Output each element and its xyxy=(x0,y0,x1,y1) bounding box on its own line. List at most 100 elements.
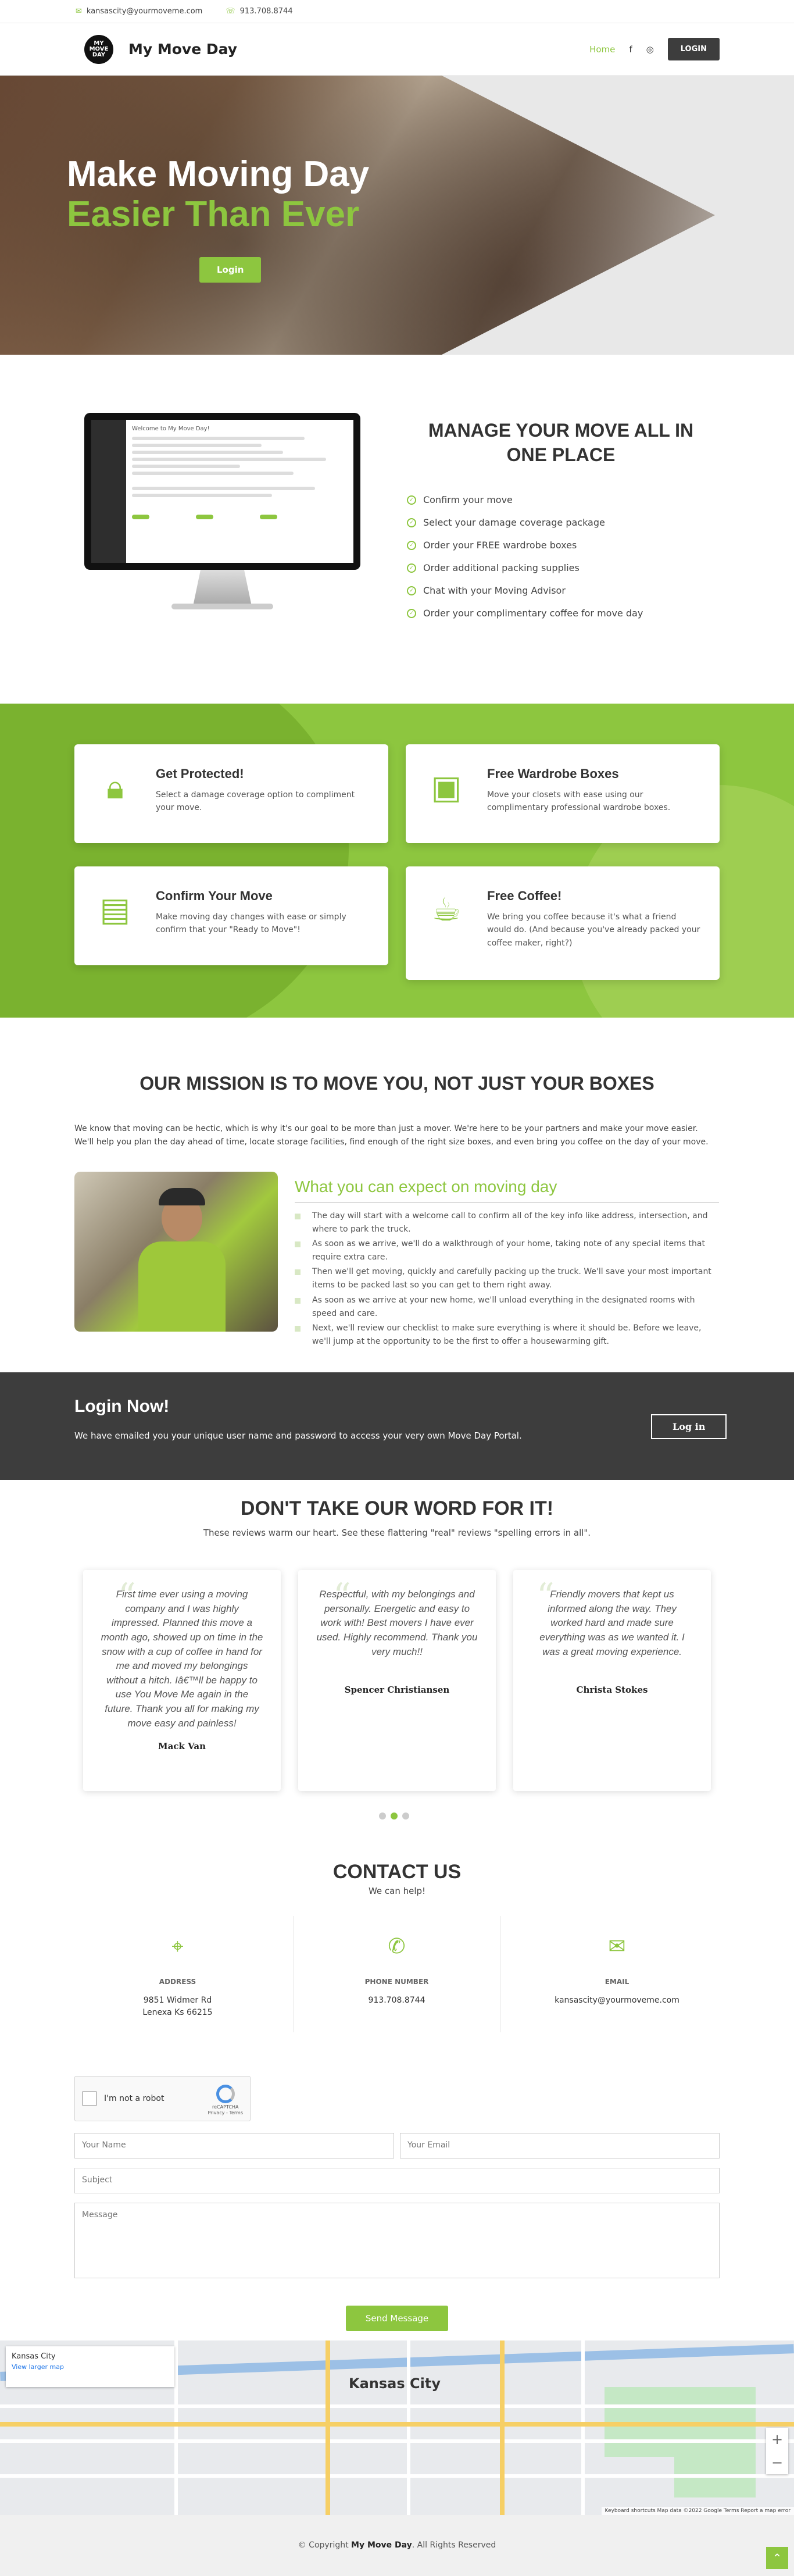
reviews-section: DON'T TAKE OUR WORD FOR IT! These review… xyxy=(0,1480,794,1852)
nav-login-button[interactable]: LOGIN xyxy=(667,38,720,60)
map-attribution: Keyboard shortcuts Map data ©2022 Google… xyxy=(601,2507,794,2515)
map-place-card: Kansas City View larger map xyxy=(6,2346,174,2387)
login-button[interactable]: Log in xyxy=(651,1414,727,1439)
envelope-icon: ✉ xyxy=(76,7,82,16)
carousel-dot[interactable] xyxy=(402,1813,409,1819)
map-city-label: Kansas City xyxy=(349,2375,441,2392)
screen-content: Welcome to My Move Day! xyxy=(126,420,353,563)
expect-title: What you can expect on moving day xyxy=(295,1178,719,1203)
features-section: 🔒︎ Get Protected! Select a damage covera… xyxy=(0,704,794,1018)
check-icon: ✓ xyxy=(407,540,416,550)
review-author: Christa Stokes xyxy=(576,1685,648,1696)
feature-title: Confirm Your Move xyxy=(156,889,273,903)
phone-icon: ✆ xyxy=(388,1935,406,1958)
hero-login-button[interactable]: Login xyxy=(199,257,262,283)
list-item: The day will start with a welcome call t… xyxy=(295,1209,719,1236)
login-title: Login Now! xyxy=(74,1397,170,1416)
map-zoom-controls[interactable]: + − xyxy=(766,2428,788,2474)
hero-title: Make Moving Day Easier Than Ever xyxy=(67,154,370,235)
list-item: As soon as we arrive at your new home, w… xyxy=(295,1294,719,1321)
check-icon: ✓ xyxy=(407,586,416,595)
check-icon: ✓ xyxy=(407,608,416,618)
reviews-title: DON'T TAKE OUR WORD FOR IT! xyxy=(240,1497,554,1519)
top-email[interactable]: ✉ kansascity@yourmoveme.com xyxy=(76,7,202,16)
contact-subtitle: We can help! xyxy=(368,1886,426,1896)
name-field[interactable]: Your Name xyxy=(74,2133,394,2158)
check-icon: ✓ xyxy=(407,495,416,505)
carousel-dot[interactable] xyxy=(379,1813,386,1819)
screen-sidebar xyxy=(91,420,126,563)
review-text: First time ever using a moving company a… xyxy=(101,1589,263,1729)
main-nav: Home f ◎ LOGIN xyxy=(589,38,720,60)
carousel-dots xyxy=(379,1813,409,1819)
phone-icon: ☏ xyxy=(226,7,235,16)
feature-card: ▣ Free Wardrobe Boxes Move your closets … xyxy=(406,744,720,843)
email-block: ✉ EMAIL kansascity@yourmoveme.com xyxy=(514,1916,720,2044)
site-footer: © Copyright My Move Day. All Rights Rese… xyxy=(0,2515,794,2576)
view-larger-map-link[interactable]: View larger map xyxy=(12,2363,169,2371)
monitor-stand xyxy=(193,570,252,605)
brand-name[interactable]: My Move Day xyxy=(128,41,237,58)
feature-text: Select a damage coverage option to compl… xyxy=(156,790,355,813)
facebook-icon[interactable]: f xyxy=(629,44,632,55)
message-field[interactable]: Message xyxy=(74,2203,720,2278)
top-phone[interactable]: ☏ 913.708.8744 xyxy=(226,7,292,16)
nav-home[interactable]: Home xyxy=(589,44,615,55)
map-embed[interactable]: Kansas City Kansas City View larger map … xyxy=(0,2340,794,2515)
email-field[interactable]: Your Email xyxy=(400,2133,720,2158)
lock-icon: 🔒︎ xyxy=(106,769,124,807)
feature-text: We bring you coffee because it's what a … xyxy=(487,912,700,948)
review-card: “ Respectful, with my belongings and per… xyxy=(298,1570,496,1791)
site-header: MY MOVE DAY My Move Day Home f ◎ LOGIN xyxy=(0,23,794,76)
recaptcha-icon xyxy=(216,2085,235,2103)
list-item: ✓ Order your complimentary coffee for mov… xyxy=(407,608,643,619)
coffee-icon: ☕︎ xyxy=(431,891,462,929)
list-item: Next, we'll review our checklist to make… xyxy=(295,1322,719,1348)
feature-card: ▤ Confirm Your Move Make moving day chan… xyxy=(74,866,388,965)
check-icon: ✓ xyxy=(407,518,416,527)
list-item: ✓ Select your damage coverage package xyxy=(407,517,643,528)
feature-text: Make moving day changes with ease or sim… xyxy=(156,912,346,935)
mission-intro: We know that moving can be hectic, which… xyxy=(74,1124,709,1147)
address-block: ⌖ ADDRESS 9851 Widmer Rd Lenexa Ks 66215 xyxy=(74,1916,281,2044)
check-icon: ✓ xyxy=(407,563,416,573)
contact-section: CONTACT US We can help! ⌖ ADDRESS 9851 W… xyxy=(0,1852,794,2340)
review-author: Spencer Christiansen xyxy=(344,1685,450,1696)
review-text: Respectful, with my belongings and perso… xyxy=(316,1589,478,1657)
feature-title: Free Coffee! xyxy=(487,889,562,903)
mission-section: OUR MISSION IS TO MOVE YOU, NOT JUST YOU… xyxy=(0,1018,794,1372)
reviews-subtitle: These reviews warm our heart. See these … xyxy=(203,1528,591,1538)
contact-title: CONTACT US xyxy=(332,1861,462,1883)
scroll-to-top-button[interactable]: ⌃ xyxy=(766,2547,788,2569)
mover-photo xyxy=(74,1172,278,1332)
list-item: ✓ Order additional packing supplies xyxy=(407,562,643,573)
zoom-in-icon[interactable]: + xyxy=(766,2428,788,2451)
hero: Make Moving Day Easier Than Ever Login xyxy=(0,76,794,355)
screen-title: Welcome to My Move Day! xyxy=(132,426,210,432)
monitor-illustration: Welcome to My Move Day! xyxy=(84,413,360,616)
review-author: Mack Van xyxy=(158,1741,206,1752)
top-bar: ✉ kansascity@yourmoveme.com ☏ 913.708.8744 xyxy=(0,0,794,23)
carousel-dot[interactable] xyxy=(391,1813,398,1819)
list-item: Then we'll get moving, quickly and caref… xyxy=(295,1265,719,1292)
subject-field[interactable]: Subject xyxy=(74,2168,720,2193)
login-text: We have emailed you your unique user nam… xyxy=(74,1430,522,1441)
feature-title: Get Protected! xyxy=(156,766,244,781)
mission-title: OUR MISSION IS TO MOVE YOU, NOT JUST YOU… xyxy=(140,1073,654,1094)
monitor-base xyxy=(171,604,273,609)
captcha-checkbox[interactable] xyxy=(82,2091,97,2106)
list-item: ✓ Chat with your Moving Advisor xyxy=(407,585,643,596)
manage-title: MANAGE YOUR MOVE ALL IN ONE PLACE xyxy=(428,420,694,465)
brand[interactable]: MY MOVE DAY My Move Day xyxy=(84,34,237,64)
instagram-icon[interactable]: ◎ xyxy=(646,44,654,55)
feature-card: 🔒︎ Get Protected! Select a damage covera… xyxy=(74,744,388,843)
map-pin-icon: ⌖ xyxy=(171,1935,184,1958)
logo[interactable]: MY MOVE DAY xyxy=(84,34,113,64)
monitor-screen: Welcome to My Move Day! xyxy=(84,413,360,570)
list-item: ✓ Confirm your move xyxy=(407,494,643,505)
feature-title: Free Wardrobe Boxes xyxy=(487,766,619,781)
zoom-out-icon[interactable]: − xyxy=(766,2451,788,2474)
send-message-button[interactable]: Send Message xyxy=(346,2306,448,2331)
review-card: “ First time ever using a moving company… xyxy=(83,1570,281,1791)
review-card: “ Friendly movers that kept us informed … xyxy=(513,1570,711,1791)
